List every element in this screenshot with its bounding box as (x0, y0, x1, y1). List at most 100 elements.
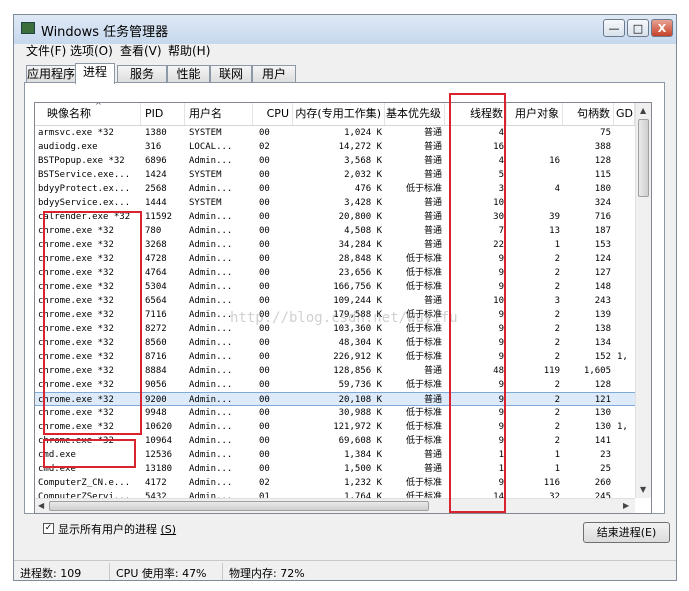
cell-priority: 普通 (423, 170, 442, 180)
col-cpu[interactable]: CPU (253, 103, 293, 125)
cell-pid: 9056 (145, 380, 167, 390)
process-row[interactable]: BSTService.exe... 1424 SYSTEM 00 2,032 K 普通 5 1… (35, 168, 635, 182)
cell-memory: 166,756 K (333, 282, 382, 292)
cell-priority: 普通 (423, 395, 442, 405)
cell-pid: 8272 (145, 324, 167, 334)
menu-file[interactable]: 文件(F) (26, 42, 66, 59)
cell-user: Admin... (189, 212, 233, 222)
scroll-down-icon[interactable]: ▼ (640, 485, 646, 494)
col-handles[interactable]: 句柄数 (563, 103, 614, 125)
process-row[interactable]: chrome.exe *32 4728 Admin... 00 28,848 K 低于标准… (35, 252, 635, 266)
cell-memory: 23,656 K (338, 268, 382, 278)
process-row[interactable]: cmd.exe 13180 Admin... 00 1,500 K 普通 1 1 25 (35, 462, 635, 476)
cell-pid: 11592 (145, 212, 173, 222)
cell-image: chrome.exe *32 (38, 352, 114, 362)
tab-applications[interactable]: 应用程序 (26, 65, 76, 83)
process-row[interactable]: bdyyService.ex... 1444 SYSTEM 00 3,428 K 普通 10… (35, 196, 635, 210)
maximize-button[interactable]: □ (627, 19, 649, 37)
cell-memory: 2,032 K (344, 170, 382, 180)
show-all-users-label[interactable]: 显示所有用户的进程 (S) (58, 521, 176, 537)
cell-image: chrome.exe *32 (38, 395, 114, 405)
col-user-objects[interactable]: 用户对象 (507, 103, 563, 125)
col-image-name[interactable]: 映像名称 (35, 103, 141, 125)
tab-users[interactable]: 用户 (252, 65, 296, 83)
process-row[interactable]: bdyyProtect.ex... 2568 Admin... 00 476 K 低于标准… (35, 182, 635, 196)
cell-user: SYSTEM (189, 128, 222, 138)
process-row[interactable]: BSTPopup.exe *32 6896 Admin... 00 3,568 K 普通 4… (35, 154, 635, 168)
process-row[interactable]: chrome.exe *32 9200 Admin... 00 20,108 K 普通 9 2… (35, 392, 635, 406)
scroll-up-icon[interactable]: ▲ (640, 106, 646, 115)
process-row[interactable]: chrome.exe *32 780 Admin... 00 4,508 K 普通 7 13 1… (35, 224, 635, 238)
horizontal-scrollbar[interactable]: ◀ ▶ (35, 498, 635, 513)
process-row[interactable]: chrome.exe *32 3268 Admin... 00 34,284 K 普通 22… (35, 238, 635, 252)
process-row[interactable]: chrome.exe *32 9948 Admin... 00 30,988 K 低于标准… (35, 406, 635, 420)
process-row[interactable]: chrome.exe *32 8560 Admin... 00 48,304 K 低于标准… (35, 336, 635, 350)
cell-priority: 普通 (423, 142, 442, 152)
process-row[interactable]: chrome.exe *32 6564 Admin... 00 109,244 K 普通 1… (35, 294, 635, 308)
col-threads[interactable]: 线程数 (445, 103, 507, 125)
tab-networking[interactable]: 联网 (210, 65, 252, 83)
process-row[interactable]: cmd.exe 12536 Admin... 00 1,384 K 普通 1 1 23 (35, 448, 635, 462)
horizontal-scroll-thumb[interactable] (49, 501, 429, 511)
minimize-button[interactable]: — (603, 19, 625, 37)
vertical-scroll-thumb[interactable] (638, 119, 649, 197)
cell-userobj: 2 (554, 422, 560, 432)
cell-pid: 6564 (145, 296, 167, 306)
menu-help[interactable]: 帮助(H) (168, 42, 210, 59)
cell-threads: 9 (498, 338, 504, 348)
cell-handles: 139 (594, 310, 611, 320)
process-row[interactable]: chrome.exe *32 8716 Admin... 00 226,912 K 低于标… (35, 350, 635, 364)
cell-priority: 普通 (423, 198, 442, 208)
process-row[interactable]: chrome.exe *32 9056 Admin... 00 59,736 K 低于标准… (35, 378, 635, 392)
cell-handles: 124 (594, 254, 611, 264)
cell-memory: 476 K (354, 184, 382, 194)
cell-memory: 1,232 K (344, 478, 382, 488)
process-row[interactable]: ComputerZ_CN.e... 4172 Admin... 02 1,232 K 低于… (35, 476, 635, 490)
tab-services[interactable]: 服务 (117, 65, 167, 83)
col-username[interactable]: 用户名 (185, 103, 253, 125)
col-pid[interactable]: PID (141, 103, 185, 125)
cell-userobj: 2 (554, 352, 560, 362)
process-row[interactable]: audiodg.exe 316 LOCAL... 02 14,272 K 普通 16 388 (35, 140, 635, 154)
cell-handles: 1,605 (583, 366, 611, 376)
process-row[interactable]: chrome.exe *32 5304 Admin... 00 166,756 K 低于标… (35, 280, 635, 294)
cell-userobj: 2 (554, 436, 560, 446)
cell-pid: 13180 (145, 464, 173, 474)
process-row[interactable]: chrome.exe *32 10620 Admin... 00 121,972 K 低于… (35, 420, 635, 434)
cell-userobj: 3 (554, 296, 560, 306)
end-process-button[interactable]: 结束进程(E) (583, 522, 670, 543)
cell-image: cmd.exe (38, 450, 76, 460)
col-memory[interactable]: 内存(专用工作集) (293, 103, 385, 125)
cell-handles: 128 (594, 380, 611, 390)
cell-image: calrender.exe *32 (38, 212, 131, 222)
cell-priority: 普通 (423, 366, 442, 376)
cell-threads: 9 (498, 408, 504, 418)
menu-view[interactable]: 查看(V) (120, 42, 162, 59)
cell-memory: 34,284 K (338, 240, 382, 250)
show-all-users-checkbox[interactable]: ✓ (43, 523, 54, 534)
scroll-left-icon[interactable]: ◀ (38, 501, 44, 510)
cell-memory: 1,024 K (344, 128, 382, 138)
col-base-priority[interactable]: 基本优先级 (385, 103, 445, 125)
process-row[interactable]: chrome.exe *32 10964 Admin... 00 69,608 K 低于标… (35, 434, 635, 448)
tab-performance[interactable]: 性能 (167, 65, 210, 83)
process-row[interactable]: chrome.exe *32 8884 Admin... 00 128,856 K 普通 4… (35, 364, 635, 378)
cell-image: chrome.exe *32 (38, 338, 114, 348)
close-button[interactable]: X (651, 19, 673, 37)
process-row[interactable]: armsvc.exe *32 1380 SYSTEM 00 1,024 K 普通 4 75 (35, 126, 635, 140)
col-gdi[interactable]: GDI (614, 103, 635, 125)
cell-image: chrome.exe *32 (38, 226, 114, 236)
cell-user: SYSTEM (189, 198, 222, 208)
cell-handles: 134 (594, 338, 611, 348)
menu-options[interactable]: 选项(O) (70, 42, 113, 59)
watermark: http://blog.csdn.net/wuyifu (230, 310, 458, 326)
tab-processes[interactable]: 进程 (75, 63, 115, 84)
cell-threads: 1 (498, 464, 504, 474)
cell-threads: 7 (498, 226, 504, 236)
vertical-scrollbar[interactable]: ▲ ▼ (635, 103, 651, 498)
cell-user: Admin... (189, 296, 233, 306)
cell-threads: 9 (498, 254, 504, 264)
process-row[interactable]: chrome.exe *32 4764 Admin... 00 23,656 K 低于标准… (35, 266, 635, 280)
process-row[interactable]: calrender.exe *32 11592 Admin... 00 20,800 K… (35, 210, 635, 224)
scroll-right-icon[interactable]: ▶ (623, 501, 629, 510)
